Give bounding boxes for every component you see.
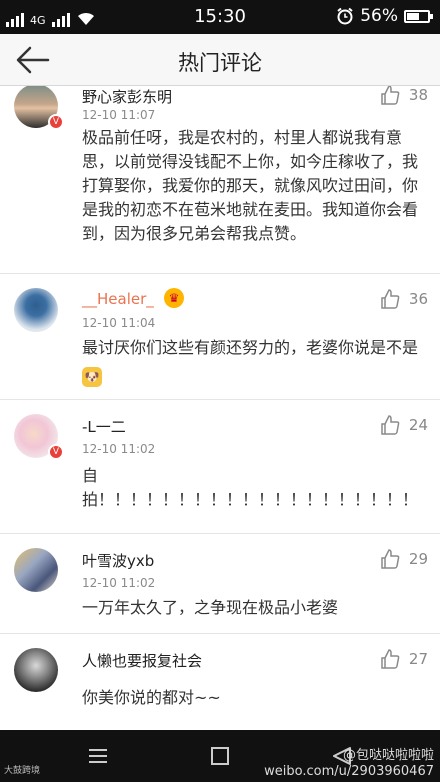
screen: 4G 15:30 56% 热门评论 V 野心家彭东明 12-10 11:07 3… <box>0 0 440 782</box>
thumbs-up-icon <box>381 415 400 435</box>
comment-text-line1: 自 <box>82 466 99 485</box>
username[interactable]: -L一二 <box>82 416 126 437</box>
timestamp: 12-10 11:04 <box>82 316 156 330</box>
timestamp: 12-10 11:02 <box>82 576 156 590</box>
avatar[interactable] <box>14 288 58 332</box>
comment-text: 最讨厌你们这些有颜还努力的，老婆你说是不是 🐶 <box>82 336 418 387</box>
comment-text-line2: 拍！！！！！！！！！！！！！！！！！！！！！！ <box>82 490 412 509</box>
status-bar: 4G 15:30 56% <box>0 0 440 34</box>
like-button[interactable]: 36 <box>379 288 428 310</box>
comment-item: V 野心家彭东明 12-10 11:07 38 极品前任呀，我是农村的，村里人都… <box>0 86 440 274</box>
verified-badge: V <box>48 114 64 130</box>
comment-item: V -L一二 12-10 11:02 24 自 拍！！！！！！！！！！！！！！！… <box>0 400 440 534</box>
weibo-handle: @包哒哒啦啦啦 <box>342 748 434 763</box>
comment-item: 叶雪波yxb 12-10 11:02 29 一万年太久了，之争现在极品小老婆 <box>0 534 440 634</box>
title-bar: 热门评论 <box>0 34 440 86</box>
alarm-icon <box>337 7 353 25</box>
watermark-left: 大鼓跨境 <box>4 766 41 776</box>
weibo-url: weibo.com/u/2903960467 <box>264 764 434 779</box>
username[interactable]: 野心家彭东明 <box>82 86 172 107</box>
comment-list[interactable]: V 野心家彭东明 12-10 11:07 38 极品前任呀，我是农村的，村里人都… <box>0 86 440 730</box>
battery-percent: 56% <box>360 6 398 26</box>
comment-item: __Healer_ ♛ 12-10 11:04 36 最讨厌你们这些有颜还努力的… <box>0 274 440 400</box>
battery-icon <box>404 9 433 23</box>
like-button[interactable]: 27 <box>379 648 428 670</box>
thumbs-up-icon <box>381 86 400 105</box>
menu-icon[interactable] <box>86 744 110 768</box>
avatar[interactable] <box>14 548 58 592</box>
thumbs-up-icon <box>381 649 400 669</box>
vip-crown-icon: ♛ <box>164 288 184 308</box>
timestamp: 12-10 11:07 <box>82 108 156 122</box>
doge-emoji: 🐶 <box>82 367 102 387</box>
page-title: 热门评论 <box>178 51 262 75</box>
comment-item: 人懒也要报复社会 27 你美你说的都对~~ <box>0 634 440 730</box>
comment-text: 你美你说的都对~~ <box>82 688 221 707</box>
like-count: 36 <box>408 290 428 308</box>
verified-badge: V <box>48 444 64 460</box>
like-button[interactable]: 29 <box>379 548 428 570</box>
like-button[interactable]: 38 <box>379 86 428 106</box>
bottom-nav-bar: 大鼓跨境 @包哒哒啦啦啦 weibo.com/u/2903960467 <box>0 730 440 782</box>
status-right: 56% <box>336 6 433 26</box>
like-count: 27 <box>408 650 428 668</box>
thumbs-up-icon <box>381 289 400 309</box>
like-count: 29 <box>408 550 428 568</box>
avatar[interactable] <box>14 648 58 692</box>
like-count: 24 <box>408 416 428 434</box>
username[interactable]: __Healer_ <box>82 290 154 308</box>
home-icon[interactable] <box>208 744 232 768</box>
like-button[interactable]: 24 <box>379 414 428 436</box>
comment-text-body: 最讨厌你们这些有颜还努力的，老婆你说是不是 <box>82 338 419 357</box>
like-count: 38 <box>408 86 428 104</box>
timestamp: 12-10 11:02 <box>82 442 156 456</box>
thumbs-up-icon <box>381 549 400 569</box>
username[interactable]: 叶雪波yxb <box>82 550 154 571</box>
comment-text: 一万年太久了，之争现在极品小老婆 <box>82 598 339 617</box>
comment-text: 极品前任呀，我是农村的，村里人都说我有意思，以前觉得没钱配不上你，如今庄稼收了，… <box>82 128 418 243</box>
username[interactable]: 人懒也要报复社会 <box>82 650 202 671</box>
watermark-right: @包哒哒啦啦啦 weibo.com/u/2903960467 <box>264 748 434 780</box>
